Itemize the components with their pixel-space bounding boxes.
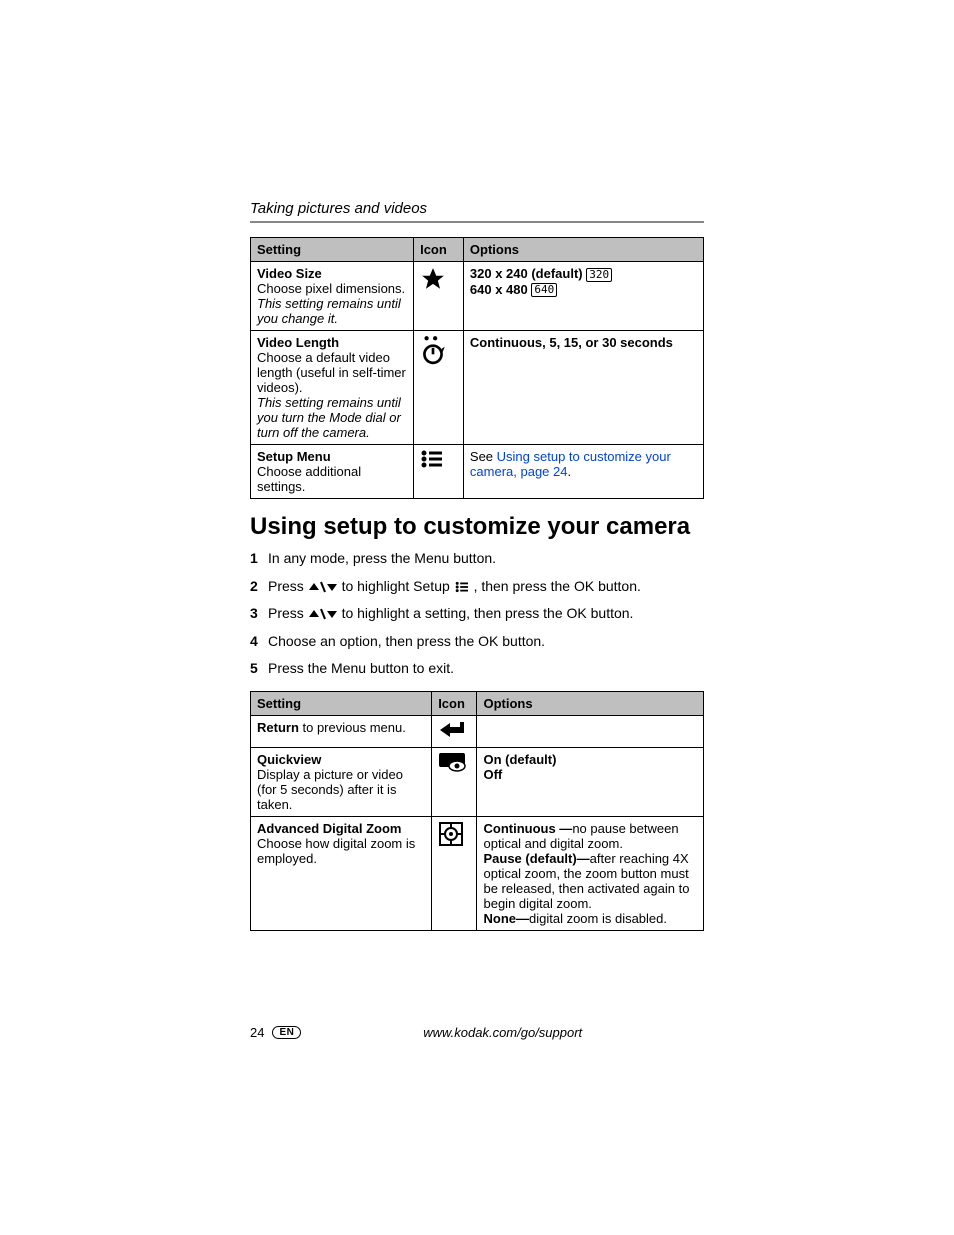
language-badge: EN	[272, 1026, 301, 1039]
star-icon	[420, 266, 446, 292]
up-down-arrows-icon	[308, 581, 338, 593]
option-prefix: See	[470, 449, 497, 464]
list-item: 3 Press to highlight a setting, then pre…	[250, 604, 704, 624]
page-heading: Using setup to customize your camera	[250, 513, 704, 541]
setting-title: Video Size	[257, 266, 407, 281]
option-line: Continuous, 5, 15, or 30 seconds	[470, 335, 697, 350]
res-640-icon: 640	[531, 283, 557, 297]
list-icon	[420, 449, 444, 469]
zoom-icon	[438, 821, 464, 847]
th-options: Options	[463, 238, 703, 262]
th-setting: Setting	[251, 238, 414, 262]
th-setting: Setting	[251, 691, 432, 715]
setting-note: This setting remains until you turn the …	[257, 395, 407, 440]
page-footer: 24 EN www.kodak.com/go/support	[250, 1025, 704, 1040]
setting-desc: Choose a default video length (useful in…	[257, 350, 407, 395]
option-line: On (default)	[483, 752, 697, 767]
list-item: 2 Press to highlight Setup , then press …	[250, 577, 704, 597]
table-row: Setup Menu Choose additional settings. S…	[251, 445, 704, 499]
table-row: Return to previous menu.	[251, 715, 704, 747]
option-line: None—digital zoom is disabled.	[483, 911, 697, 926]
option-line: Off	[483, 767, 697, 782]
setting-desc: Choose additional settings.	[257, 464, 407, 494]
option-line: Continuous —no pause between optical and…	[483, 821, 697, 851]
setting-desc: Choose how digital zoom is employed.	[257, 836, 425, 866]
page-number: 24	[250, 1025, 264, 1040]
setting-title: Video Length	[257, 335, 407, 350]
option-line: 320 x 240 (default) 320	[470, 266, 697, 282]
video-settings-table: Setting Icon Options Video Size Choose p…	[250, 237, 704, 499]
setting-title: Setup Menu	[257, 449, 407, 464]
th-icon: Icon	[432, 691, 477, 715]
return-arrow-icon	[438, 720, 464, 740]
setting-desc: Display a picture or video (for 5 second…	[257, 767, 425, 812]
steps-list: 1 In any mode, press the Menu button. 2 …	[250, 549, 704, 679]
list-icon	[454, 581, 470, 593]
setting-title: Advanced Digital Zoom	[257, 821, 425, 836]
support-url: www.kodak.com/go/support	[301, 1025, 704, 1040]
table-row: Quickview Display a picture or video (fo…	[251, 747, 704, 816]
up-down-arrows-icon	[308, 608, 338, 620]
section-rule	[250, 221, 704, 223]
table-row: Video Length Choose a default video leng…	[251, 331, 704, 445]
th-options: Options	[477, 691, 704, 715]
setting-desc: Choose pixel dimensions.	[257, 281, 407, 296]
setting-title: Quickview	[257, 752, 425, 767]
setting-desc: to previous menu.	[299, 720, 406, 735]
quickview-icon	[438, 752, 466, 772]
timer-icon	[420, 335, 446, 365]
th-icon: Icon	[414, 238, 464, 262]
section-title: Taking pictures and videos	[250, 200, 704, 217]
table-row: Advanced Digital Zoom Choose how digital…	[251, 816, 704, 930]
list-item: 5 Press the Menu button to exit.	[250, 659, 704, 679]
option-suffix: .	[567, 464, 571, 479]
list-item: 4 Choose an option, then press the OK bu…	[250, 632, 704, 652]
setting-note: This setting remains until you change it…	[257, 296, 407, 326]
option-line: 640 x 480 640	[470, 282, 697, 298]
setup-settings-table: Setting Icon Options Return to previous …	[250, 691, 704, 931]
table-row: Video Size Choose pixel dimensions. This…	[251, 262, 704, 331]
setting-title: Return	[257, 720, 299, 735]
list-item: 1 In any mode, press the Menu button.	[250, 549, 704, 569]
option-line: Pause (default)—after reaching 4X optica…	[483, 851, 697, 911]
res-320-icon: 320	[586, 268, 612, 282]
